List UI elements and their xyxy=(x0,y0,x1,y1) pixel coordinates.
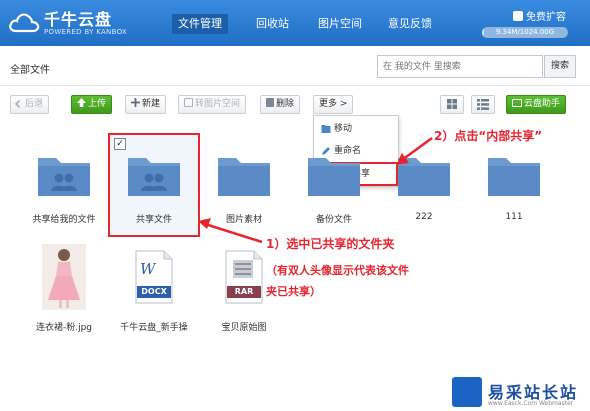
arrow-step2-line xyxy=(401,136,433,162)
watermark-url: www.Easck.Com Webmaster xyxy=(488,400,574,407)
annotation-step1: 1）选中已共享的文件夹 xyxy=(266,237,395,251)
arrow-step1-head xyxy=(198,218,211,229)
arrow-step1-line xyxy=(204,222,263,244)
annotation-step1-note-1: （有双人头像显示代表该文件 xyxy=(266,264,409,277)
watermark-logo xyxy=(452,377,482,407)
annotation-step1-note-2: 夹已共享） xyxy=(266,285,321,298)
annotation-arrows xyxy=(198,136,433,244)
annotation-step2: 2）点击“内部共享” xyxy=(434,129,543,143)
